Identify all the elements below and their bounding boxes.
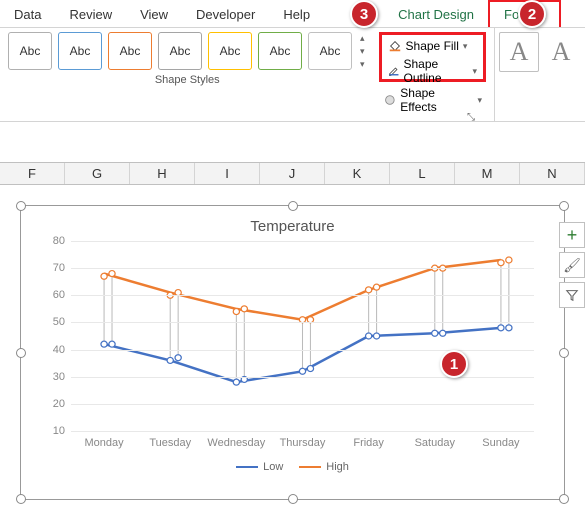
chart-title[interactable]: Temperature xyxy=(21,206,564,241)
x-tick-label: Wednesday xyxy=(203,437,269,449)
tab-chart-design[interactable]: Chart Design xyxy=(384,2,488,27)
wordart-preset[interactable]: A xyxy=(541,32,581,72)
effects-icon xyxy=(383,93,397,107)
shape-style-preset[interactable]: Abc xyxy=(158,32,202,70)
shape-style-preset[interactable]: Abc xyxy=(108,32,152,70)
chart-legend[interactable]: Low High xyxy=(21,461,564,473)
tab-help[interactable]: Help xyxy=(269,2,324,27)
group-label: Shape Styles xyxy=(155,74,220,86)
chevron-down-icon: ▾ xyxy=(472,66,477,77)
pen-outline-icon xyxy=(388,64,400,78)
chart-styles-button[interactable]: 🖌 xyxy=(559,252,585,278)
y-tick-label: 50 xyxy=(53,316,65,328)
chart-object[interactable]: Temperature 1020304050607080 MondayTuesd… xyxy=(20,205,565,500)
y-tick-label: 60 xyxy=(53,289,65,301)
shape-styles-group: Abc Abc Abc Abc Abc Abc Abc ▴ ▾ ▾ Shape … xyxy=(0,28,375,121)
resize-handle[interactable] xyxy=(288,201,298,211)
chevron-down-icon: ▾ xyxy=(477,95,482,106)
column-header[interactable]: N xyxy=(520,163,585,184)
tab-data[interactable]: Data xyxy=(0,2,55,27)
shape-style-preset[interactable]: Abc xyxy=(58,32,102,70)
annotation-callout-2: 2 xyxy=(518,0,546,28)
chart-filters-button[interactable] xyxy=(559,282,585,308)
ribbon: Abc Abc Abc Abc Abc Abc Abc ▴ ▾ ▾ Shape … xyxy=(0,28,585,122)
resize-handle[interactable] xyxy=(16,494,26,504)
resize-handle[interactable] xyxy=(16,348,26,358)
resize-handle[interactable] xyxy=(559,348,569,358)
resize-handle[interactable] xyxy=(16,201,26,211)
dialog-launcher-icon[interactable]: ⤡ xyxy=(467,112,475,123)
y-tick-label: 70 xyxy=(53,262,65,274)
x-tick-label: Thursday xyxy=(269,437,335,449)
y-tick-label: 30 xyxy=(53,371,65,383)
resize-handle[interactable] xyxy=(288,494,298,504)
brush-icon: 🖌 xyxy=(563,257,581,274)
tab-review[interactable]: Review xyxy=(55,2,126,27)
funnel-icon xyxy=(565,288,579,302)
x-axis: MondayTuesdayWednesdayThursdayFridaySatu… xyxy=(71,437,534,449)
wordart-styles-group: A A xyxy=(495,28,585,121)
x-tick-label: Sunday xyxy=(468,437,534,449)
resize-handle[interactable] xyxy=(559,201,569,211)
x-tick-label: Satuday xyxy=(402,437,468,449)
annotation-callout-3: 3 xyxy=(350,0,378,28)
shape-fill-outline-group: Shape Fill▾ Shape Outline▾ xyxy=(379,32,486,82)
column-header[interactable]: H xyxy=(130,163,195,184)
scroll-up-icon[interactable]: ▴ xyxy=(360,33,365,44)
y-tick-label: 20 xyxy=(53,398,65,410)
gallery-expand-icon[interactable]: ▾ xyxy=(360,59,365,70)
column-header[interactable]: M xyxy=(455,163,520,184)
shape-style-preset[interactable]: Abc xyxy=(8,32,52,70)
worksheet: FGHIJKLMN Temperature 1020304050607080 M… xyxy=(0,162,585,500)
tab-developer[interactable]: Developer xyxy=(182,2,269,27)
y-tick-label: 40 xyxy=(53,344,65,356)
shape-style-preset[interactable]: Abc xyxy=(258,32,302,70)
legend-item[interactable]: High xyxy=(299,461,349,473)
tab-view[interactable]: View xyxy=(126,2,182,27)
column-header[interactable]: G xyxy=(65,163,130,184)
plus-icon: + xyxy=(567,225,578,246)
chart-elements-button[interactable]: + xyxy=(559,222,585,248)
column-header[interactable]: K xyxy=(325,163,390,184)
chart-side-buttons: + 🖌 xyxy=(559,222,585,308)
resize-handle[interactable] xyxy=(559,494,569,504)
column-header[interactable]: J xyxy=(260,163,325,184)
column-headers: FGHIJKLMN xyxy=(0,162,585,185)
x-tick-label: Friday xyxy=(336,437,402,449)
annotation-callout-1: 1 xyxy=(440,350,468,378)
wordart-preset[interactable]: A xyxy=(499,32,539,72)
x-tick-label: Tuesday xyxy=(137,437,203,449)
y-tick-label: 10 xyxy=(53,425,65,437)
plot-area[interactable]: 1020304050607080 xyxy=(71,241,534,431)
ribbon-tabs: Data Review View Developer Help bat Char… xyxy=(0,0,585,28)
column-header[interactable]: F xyxy=(0,163,65,184)
shape-outline-button[interactable]: Shape Outline▾ xyxy=(386,55,479,87)
x-tick-label: Monday xyxy=(71,437,137,449)
shape-style-preset[interactable]: Abc xyxy=(308,32,352,70)
paint-bucket-icon xyxy=(388,39,402,53)
column-header[interactable]: L xyxy=(390,163,455,184)
shape-fill-button[interactable]: Shape Fill▾ xyxy=(386,37,479,55)
chevron-down-icon: ▾ xyxy=(463,41,468,52)
column-header[interactable]: I xyxy=(195,163,260,184)
scroll-down-icon[interactable]: ▾ xyxy=(360,46,365,57)
shape-style-preset[interactable]: Abc xyxy=(208,32,252,70)
y-tick-label: 80 xyxy=(53,235,65,247)
legend-item[interactable]: Low xyxy=(236,461,283,473)
